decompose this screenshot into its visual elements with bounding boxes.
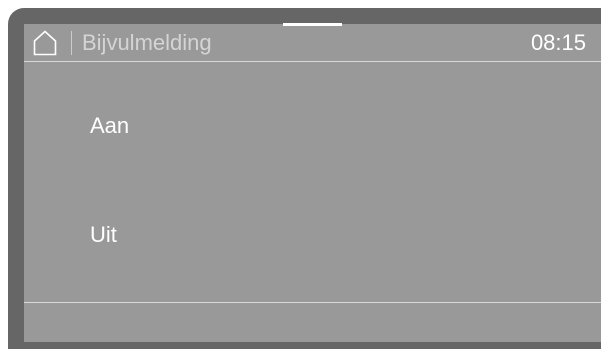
home-icon [33,30,57,56]
option-aan[interactable]: Aan [24,96,601,154]
header-divider [71,31,72,55]
home-button[interactable] [31,26,59,58]
clock: 08:15 [530,30,586,55]
header-bar: Bijvulmelding 08:15 [24,24,601,61]
header-separator [24,61,601,62]
display-screen: Bijvulmelding 08:15 Aan Uit [24,24,601,342]
page-indicator [283,23,342,26]
option-uit[interactable]: Uit [24,205,601,263]
footer-separator [24,302,601,303]
option-aan-label: Aan [90,113,130,138]
option-uit-label: Uit [90,222,117,247]
page-title: Bijvulmelding [82,30,212,55]
